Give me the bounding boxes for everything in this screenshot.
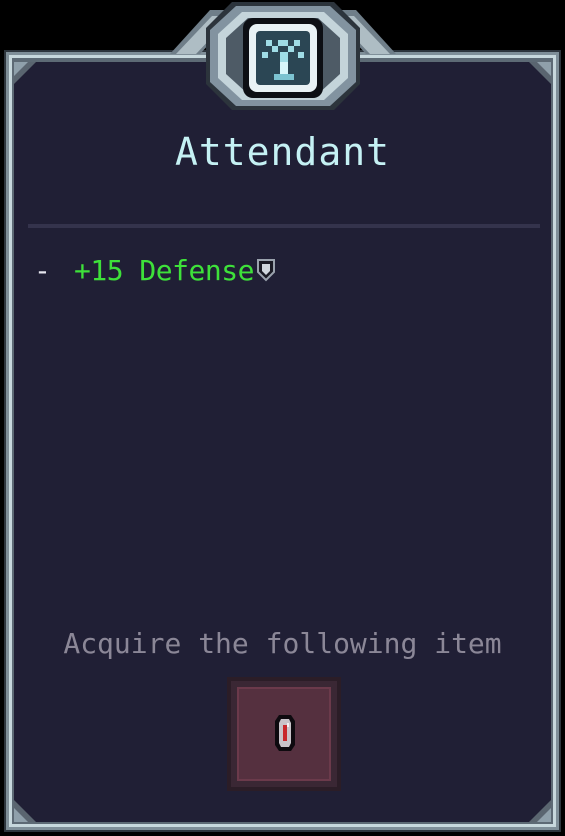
corner-accent-top-left [14,62,36,84]
upgrade-card: Attendant - +15 Defense Acquire the foll… [0,0,565,836]
corner-accent-bottom-right [529,800,551,822]
required-item-slot[interactable] [227,677,341,791]
card-title: Attendant [175,130,390,174]
acquire-label: Acquire the following item [63,627,502,660]
upgrade-emblem [170,2,396,110]
bonus-bullet: - [34,253,51,287]
corner-accent-bottom-left [14,800,36,822]
corner-accent-top-right [529,62,551,84]
bonus-list-item: - +15 Defense [34,250,276,290]
title-divider [28,224,540,228]
shield-icon [256,259,275,282]
bonus-text: +15 Defense [74,253,254,287]
red-gem-item-icon [275,715,295,751]
